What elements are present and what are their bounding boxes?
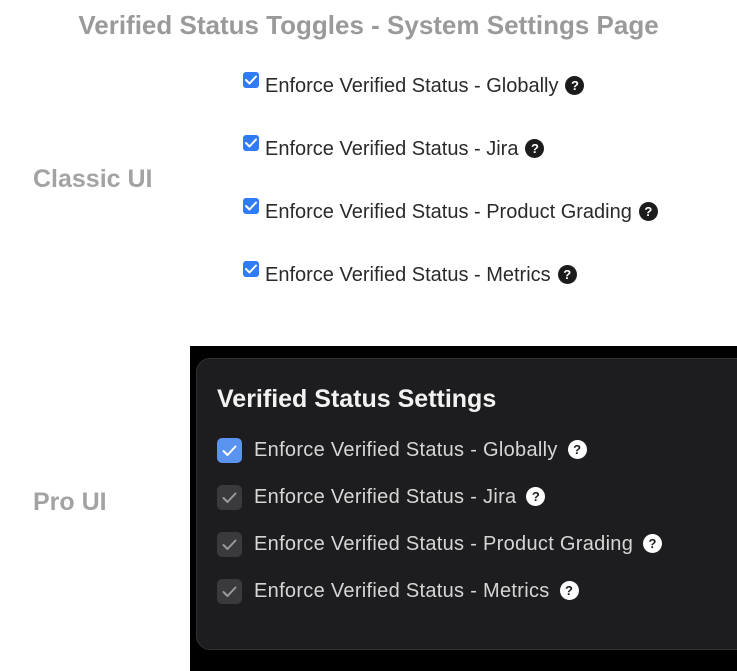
pro-checkbox-globally[interactable] xyxy=(217,438,242,463)
classic-setting-product-grading: Enforce Verified Status - Product Gradin… xyxy=(243,198,723,261)
page-title: Verified Status Toggles - System Setting… xyxy=(78,10,659,40)
question-circle-icon[interactable]: ? xyxy=(525,139,545,158)
classic-setting-globally: Enforce Verified Status - Globally? xyxy=(243,72,723,135)
question-circle-icon[interactable]: ? xyxy=(526,487,546,506)
question-circle-icon[interactable]: ? xyxy=(567,440,587,459)
checkmark-icon xyxy=(222,539,237,550)
checkmark-icon xyxy=(245,201,257,211)
classic-checkbox-globally[interactable] xyxy=(243,72,259,88)
classic-checkbox-product-grading[interactable] xyxy=(243,198,259,214)
pro-checkbox-metrics[interactable] xyxy=(217,579,242,604)
pro-ui-frame: Verified Status Settings Enforce Verifie… xyxy=(190,346,737,671)
question-circle-icon[interactable]: ? xyxy=(638,202,658,221)
checkmark-icon xyxy=(245,75,257,85)
question-circle-icon[interactable]: ? xyxy=(565,76,585,95)
pro-setting-label: Enforce Verified Status - Metrics xyxy=(254,580,550,602)
classic-checkbox-jira[interactable] xyxy=(243,135,259,151)
checkmark-icon xyxy=(222,492,237,503)
pro-checkbox-product-grading[interactable] xyxy=(217,532,242,557)
pro-setting-label: Enforce Verified Status - Globally xyxy=(254,439,558,461)
checkmark-icon xyxy=(245,138,257,148)
classic-ui-label: Classic UI xyxy=(33,165,153,193)
classic-setting-metrics: Enforce Verified Status - Metrics? xyxy=(243,261,723,324)
pro-settings-panel: Verified Status Settings Enforce Verifie… xyxy=(196,358,737,650)
checkmark-icon xyxy=(222,445,237,456)
checkmark-icon xyxy=(222,586,237,597)
pro-panel-title: Verified Status Settings xyxy=(217,385,497,413)
question-circle-icon[interactable]: ? xyxy=(559,581,579,600)
pro-setting-label: Enforce Verified Status - Jira xyxy=(254,486,517,508)
classic-checkbox-metrics[interactable] xyxy=(243,261,259,277)
classic-setting-label: Enforce Verified Status - Globally xyxy=(265,75,559,97)
pro-ui-label: Pro UI xyxy=(33,488,107,516)
pro-setting-label: Enforce Verified Status - Product Gradin… xyxy=(254,533,634,555)
classic-setting-label: Enforce Verified Status - Metrics xyxy=(265,264,551,286)
classic-setting-label: Enforce Verified Status - Product Gradin… xyxy=(265,201,632,223)
classic-setting-label: Enforce Verified Status - Jira xyxy=(265,138,519,160)
checkmark-icon xyxy=(245,264,257,274)
pro-checkbox-jira[interactable] xyxy=(217,485,242,510)
question-circle-icon[interactable]: ? xyxy=(643,534,663,553)
classic-setting-jira: Enforce Verified Status - Jira? xyxy=(243,135,723,198)
classic-settings-list: Enforce Verified Status - Globally? Enfo… xyxy=(243,72,723,324)
question-circle-icon[interactable]: ? xyxy=(557,265,577,284)
